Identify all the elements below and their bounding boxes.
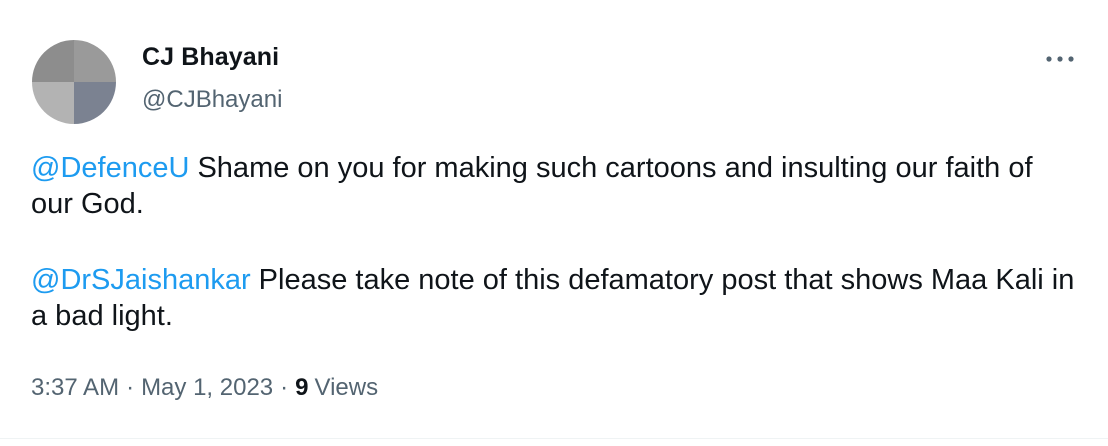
author-handle[interactable]: @CJBhayani bbox=[142, 86, 282, 114]
tweet-paragraph: @DrSJaishankar Please take note of this … bbox=[31, 262, 1081, 334]
views-label[interactable]: Views bbox=[315, 374, 379, 402]
views-count: 9 bbox=[295, 374, 309, 401]
more-horizontal-icon bbox=[1046, 56, 1074, 62]
avatar[interactable] bbox=[32, 40, 116, 124]
avatar-pixel bbox=[74, 82, 116, 124]
tweet-metadata: 3:37 AM · May 1, 2023 · 9 Views bbox=[31, 374, 378, 402]
tweet-date[interactable]: May 1, 2023 bbox=[141, 374, 273, 402]
tweet-time[interactable]: 3:37 AM bbox=[31, 374, 119, 402]
tweet-card[interactable]: CJ Bhayani @CJBhayani @DefenceU Shame on… bbox=[0, 0, 1108, 446]
separator-dot: · bbox=[126, 374, 135, 401]
mention-link[interactable]: @DrSJaishankar bbox=[31, 264, 251, 296]
separator-dot: · bbox=[280, 374, 289, 401]
author-name[interactable]: CJ Bhayani bbox=[142, 43, 279, 72]
more-options-button[interactable] bbox=[1040, 44, 1080, 74]
avatar-pixel bbox=[32, 82, 74, 124]
tweet-text: @DefenceU Shame on you for making such c… bbox=[31, 150, 1081, 374]
mention-link[interactable]: @DefenceU bbox=[31, 152, 189, 184]
divider bbox=[0, 438, 1108, 439]
avatar-pixel bbox=[32, 40, 74, 82]
tweet-paragraph: @DefenceU Shame on you for making such c… bbox=[31, 150, 1081, 222]
avatar-pixel bbox=[74, 40, 116, 82]
